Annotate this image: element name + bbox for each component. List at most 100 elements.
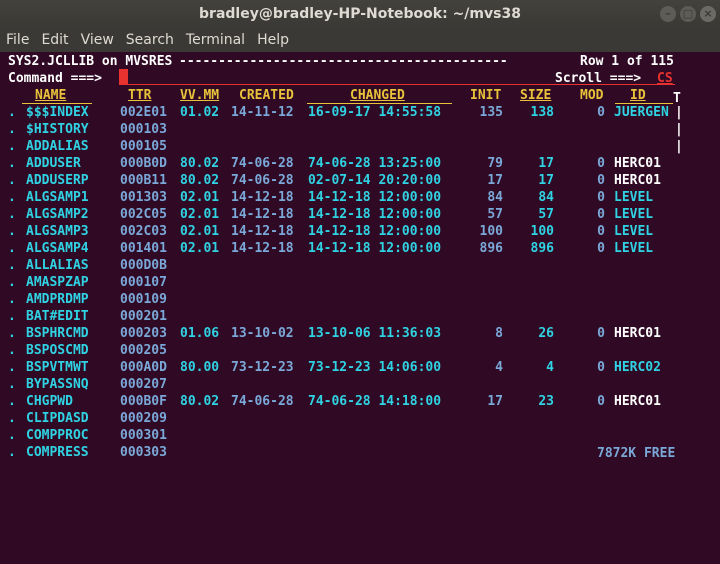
terminal-window: bradley@bradley-HP-Notebook: ~/mvs38 – □… [0,0,720,564]
table-row[interactable]: . BSPVTMWT 000A0D 80.00 73-12-23 73-12-23 14:… [0,359,720,376]
member-id: HERC01 [614,156,661,171]
member-ttr: 001401 [120,241,167,256]
member-name[interactable]: ALGSAMP2 [26,206,89,223]
table-row[interactable]: . BSPOSCMD 000205 [0,342,720,359]
member-name[interactable]: ALLALIAS [26,257,89,274]
menu-edit[interactable]: Edit [41,32,68,48]
table-row[interactable]: . $HISTORY 000103 [0,121,720,138]
member-size: 26 [538,326,554,341]
member-name[interactable]: CHGPWD [26,393,73,410]
row-select-field[interactable]: . [8,240,16,257]
table-row[interactable]: . AMASPZAP 000107 [0,274,720,291]
member-name[interactable]: COMPRESS [26,444,89,461]
row-select-field[interactable]: . [8,189,16,206]
member-name[interactable]: BSPHRCMD [26,325,89,342]
member-id: HERC02 [614,360,661,375]
menu-file[interactable]: File [6,32,29,48]
member-name[interactable]: CLIPDASD [26,410,89,427]
table-row[interactable]: . ADDUSER 000B0D 80.02 74-06-28 74-06-28 13:2… [0,155,720,172]
table-row[interactable]: . $$$INDEX 002E01 01.02 14-11-12 16-09-17 14:… [0,104,720,121]
maximize-icon[interactable]: □ [680,6,696,22]
col-header-created: CREATED [239,88,294,103]
table-row[interactable]: . AMDPRDMP 000109 [0,291,720,308]
member-created: 74-06-28 [231,394,294,409]
member-id: HERC01 [614,173,661,188]
row-select-field[interactable]: . [8,444,16,461]
member-name[interactable]: ADDALIAS [26,138,89,155]
row-select-field[interactable]: . [8,223,16,240]
title-bar[interactable]: bradley@bradley-HP-Notebook: ~/mvs38 – □… [0,0,720,28]
row-select-field[interactable]: . [8,427,16,444]
row-select-field[interactable]: . [8,104,16,121]
menu-bar: File Edit View Search Terminal Help [0,28,720,52]
row-select-field[interactable]: . [8,121,16,138]
table-row[interactable]: . BYPASSNQ 000207 [0,376,720,393]
member-id: LEVEL [614,190,654,205]
member-name[interactable]: ALGSAMP1 [26,189,89,206]
row-select-field[interactable]: . [8,206,16,223]
member-name[interactable]: ALGSAMP3 [26,223,89,240]
member-init: 100 [479,224,503,239]
row-select-field[interactable]: . [8,393,16,410]
member-vvmm: 02.01 [180,241,220,256]
member-size: 84 [538,190,554,205]
table-row[interactable]: . ALGSAMP4 001401 02.01 14-12-18 14-12-18 12:… [0,240,720,257]
member-changed: 14-12-18 12:00:00 [308,241,442,256]
member-name[interactable]: AMDPRDMP [26,291,89,308]
member-ttr: 000209 [120,411,167,426]
table-row[interactable]: . COMPPROC 000301 [0,427,720,444]
member-id: HERC01 [614,394,661,409]
col-header-vvmm: VV.MM [180,88,220,103]
member-name[interactable]: AMASPZAP [26,274,89,291]
table-row[interactable]: . ALGSAMP2 002C05 02.01 14-12-18 14-12-18 12:… [0,206,720,223]
table-row[interactable]: . ALLALIAS 000D0B [0,257,720,274]
row-select-field[interactable]: . [8,359,16,376]
row-select-field[interactable]: . [8,172,16,189]
row-select-field[interactable]: . [8,155,16,172]
member-mod: 0 [597,156,605,171]
table-row[interactable]: . ALGSAMP1 001303 02.01 14-12-18 14-12-18 12:… [0,189,720,206]
member-name[interactable]: BYPASSNQ [26,376,89,393]
row-select-field[interactable]: . [8,291,16,308]
member-created: 74-06-28 [231,173,294,188]
table-row[interactable]: . CLIPDASD 000209 [0,410,720,427]
menu-help[interactable]: Help [257,32,289,48]
minimize-icon[interactable]: – [660,6,676,22]
menu-terminal[interactable]: Terminal [186,32,245,48]
close-icon[interactable]: × [700,6,716,22]
row-select-field[interactable]: . [8,325,16,342]
table-row[interactable]: . ADDALIAS 000105 [0,138,720,155]
menu-search[interactable]: Search [126,32,174,48]
member-name[interactable]: BAT#EDIT [26,308,89,325]
menu-view[interactable]: View [81,32,114,48]
row-select-field[interactable]: . [8,308,16,325]
member-name[interactable]: BSPOSCMD [26,342,89,359]
member-name[interactable]: COMPPROC [26,427,89,444]
table-row[interactable]: . BSPHRCMD 000203 01.06 13-10-02 13-10-06 11:… [0,325,720,342]
member-changed: 73-12-23 14:06:00 [308,360,442,375]
member-created: 14-12-18 [231,207,294,222]
terminal-screen[interactable]: SYS2.JCLLIB on MVSRES ------------------… [0,52,720,564]
row-select-field[interactable]: . [8,342,16,359]
member-name[interactable]: BSPVTMWT [26,359,89,376]
member-name[interactable]: $$$INDEX [26,104,89,121]
member-vvmm: 80.00 [180,360,220,375]
member-vvmm: 02.01 [180,190,220,205]
row-select-field[interactable]: . [8,257,16,274]
row-select-field[interactable]: . [8,274,16,291]
member-init: 79 [487,156,503,171]
member-changed: 74-06-28 13:25:00 [308,156,442,171]
row-select-field[interactable]: . [8,138,16,155]
row-select-field[interactable]: . [8,410,16,427]
member-name[interactable]: ADDUSER [26,155,81,172]
scroll-amount-field[interactable]: CS [657,70,673,87]
table-row[interactable]: . CHGPWD 000B0F 80.02 74-06-28 74-06-28 14:18… [0,393,720,410]
member-vvmm: 80.02 [180,394,220,409]
member-name[interactable]: ADDUSERP [26,172,89,189]
table-row[interactable]: . ADDUSERP 000B11 80.02 74-06-28 02-07-14 20:… [0,172,720,189]
member-name[interactable]: ALGSAMP4 [26,240,89,257]
member-name[interactable]: $HISTORY [26,121,89,138]
table-row[interactable]: . BAT#EDIT 000201 [0,308,720,325]
table-row[interactable]: . ALGSAMP3 002C03 02.01 14-12-18 14-12-18 12:… [0,223,720,240]
row-select-field[interactable]: . [8,376,16,393]
